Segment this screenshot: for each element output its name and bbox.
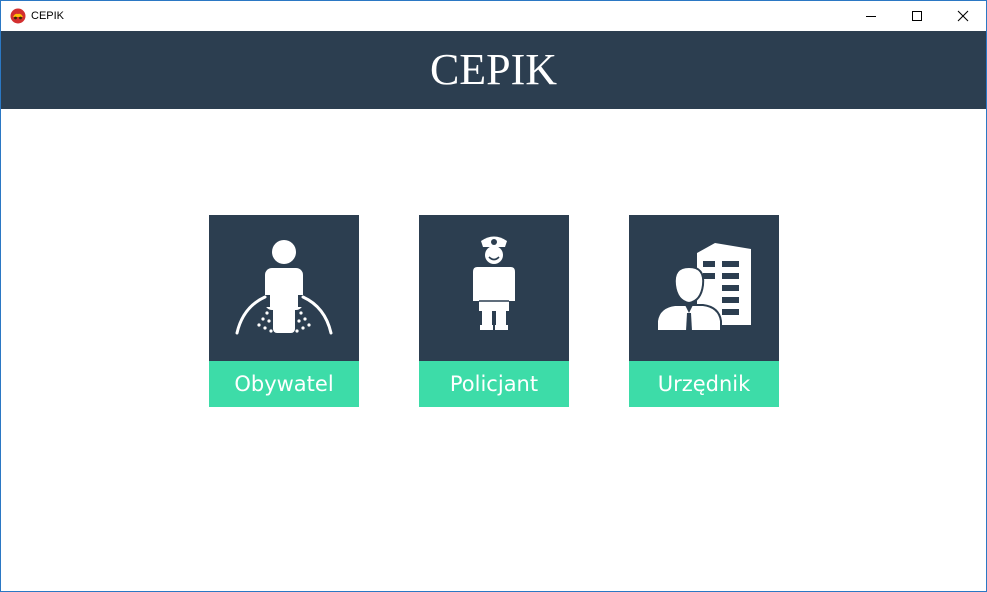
role-label: Policjant: [419, 361, 569, 407]
app-window: CEPIK CEPIK Obywatel Policjant Urzędnik: [0, 0, 987, 592]
maximize-button[interactable]: [894, 1, 940, 31]
role-label: Urzędnik: [629, 361, 779, 407]
window-title: CEPIK: [31, 10, 65, 22]
close-icon: [957, 10, 969, 22]
role-card-obywatel[interactable]: Obywatel: [209, 215, 359, 407]
brand-title: CEPIK: [429, 45, 558, 94]
app-logo-icon: [10, 8, 26, 24]
role-label: Obywatel: [209, 361, 359, 407]
role-card-urzednik[interactable]: Urzędnik: [629, 215, 779, 407]
role-card-image: [629, 215, 779, 361]
citizen-icon: [235, 240, 333, 335]
clerk-building-icon: [656, 243, 751, 332]
app-header: CEPIK: [1, 31, 986, 109]
close-button[interactable]: [940, 1, 986, 31]
maximize-icon: [912, 11, 922, 21]
minimize-icon: [866, 16, 876, 17]
role-card-image: [209, 215, 359, 361]
role-card-image: [419, 215, 569, 361]
minimize-button[interactable]: [848, 1, 894, 31]
police-officer-icon: [473, 236, 515, 330]
role-card-policjant[interactable]: Policjant: [419, 215, 569, 407]
title-bar[interactable]: CEPIK: [1, 1, 986, 31]
